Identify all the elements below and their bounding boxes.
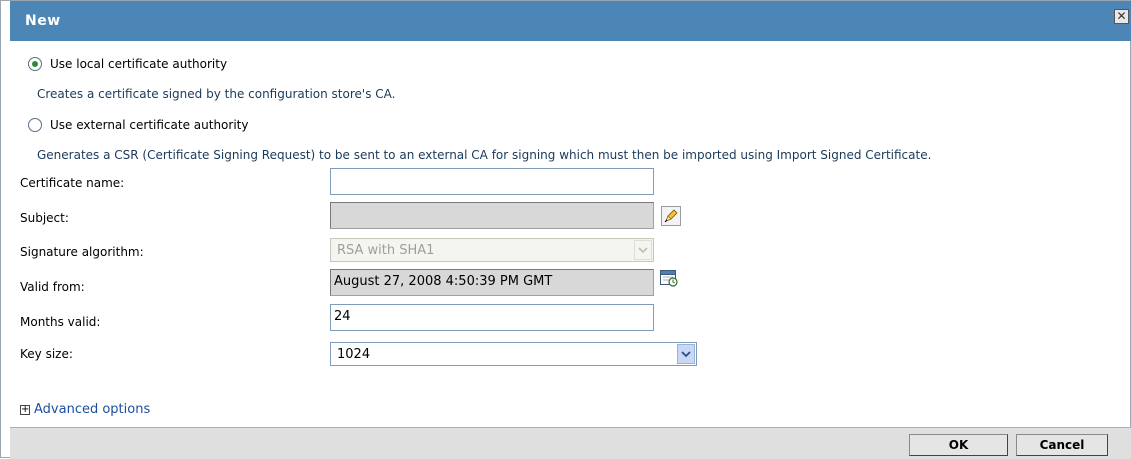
dialog-titlebar: New ✕: [10, 1, 1131, 41]
external-ca-description: Generates a CSR (Certificate Signing Req…: [37, 148, 932, 162]
pencil-icon[interactable]: [661, 206, 681, 226]
new-certificate-dialog: New ✕ Use local certificate authority Cr…: [0, 0, 1131, 459]
chevron-down-icon: [634, 240, 652, 260]
expand-plus-icon[interactable]: +: [20, 404, 30, 415]
months-valid-input[interactable]: 24: [330, 304, 654, 331]
advanced-options-toggle[interactable]: + Advanced options: [20, 402, 150, 417]
valid-from-label: Valid from:: [20, 280, 85, 294]
key-size-label: Key size:: [20, 347, 73, 361]
advanced-options-link[interactable]: Advanced options: [34, 402, 150, 417]
subject-label: Subject:: [20, 211, 69, 225]
local-ca-description: Creates a certificate signed by the conf…: [37, 87, 396, 101]
dialog-footer: OK Cancel: [10, 427, 1131, 459]
external-ca-option[interactable]: Use external certificate authority: [28, 118, 248, 132]
ok-button[interactable]: OK: [909, 434, 1008, 456]
local-ca-option[interactable]: Use local certificate authority: [28, 57, 227, 71]
key-size-value: 1024: [337, 347, 371, 362]
signature-algorithm-value: RSA with SHA1: [337, 243, 435, 258]
months-valid-label: Months valid:: [20, 315, 101, 329]
external-ca-label: Use external certificate authority: [50, 118, 249, 132]
chevron-down-icon[interactable]: [677, 344, 695, 364]
certificate-name-input[interactable]: [330, 168, 654, 195]
certificate-name-label: Certificate name:: [20, 176, 125, 190]
signature-algorithm-select: RSA with SHA1: [330, 238, 654, 262]
cancel-button[interactable]: Cancel: [1016, 434, 1108, 456]
local-ca-radio[interactable]: [28, 57, 42, 71]
calendar-icon[interactable]: [659, 268, 679, 288]
subject-input: [330, 202, 654, 229]
external-ca-radio[interactable]: [28, 118, 42, 132]
dialog-title: New: [25, 13, 61, 29]
close-icon[interactable]: ✕: [1114, 9, 1129, 24]
valid-from-input: August 27, 2008 4:50:39 PM GMT: [330, 269, 654, 296]
key-size-select[interactable]: 1024: [330, 342, 697, 366]
signature-algorithm-label: Signature algorithm:: [20, 245, 144, 259]
local-ca-label: Use local certificate authority: [50, 57, 228, 71]
